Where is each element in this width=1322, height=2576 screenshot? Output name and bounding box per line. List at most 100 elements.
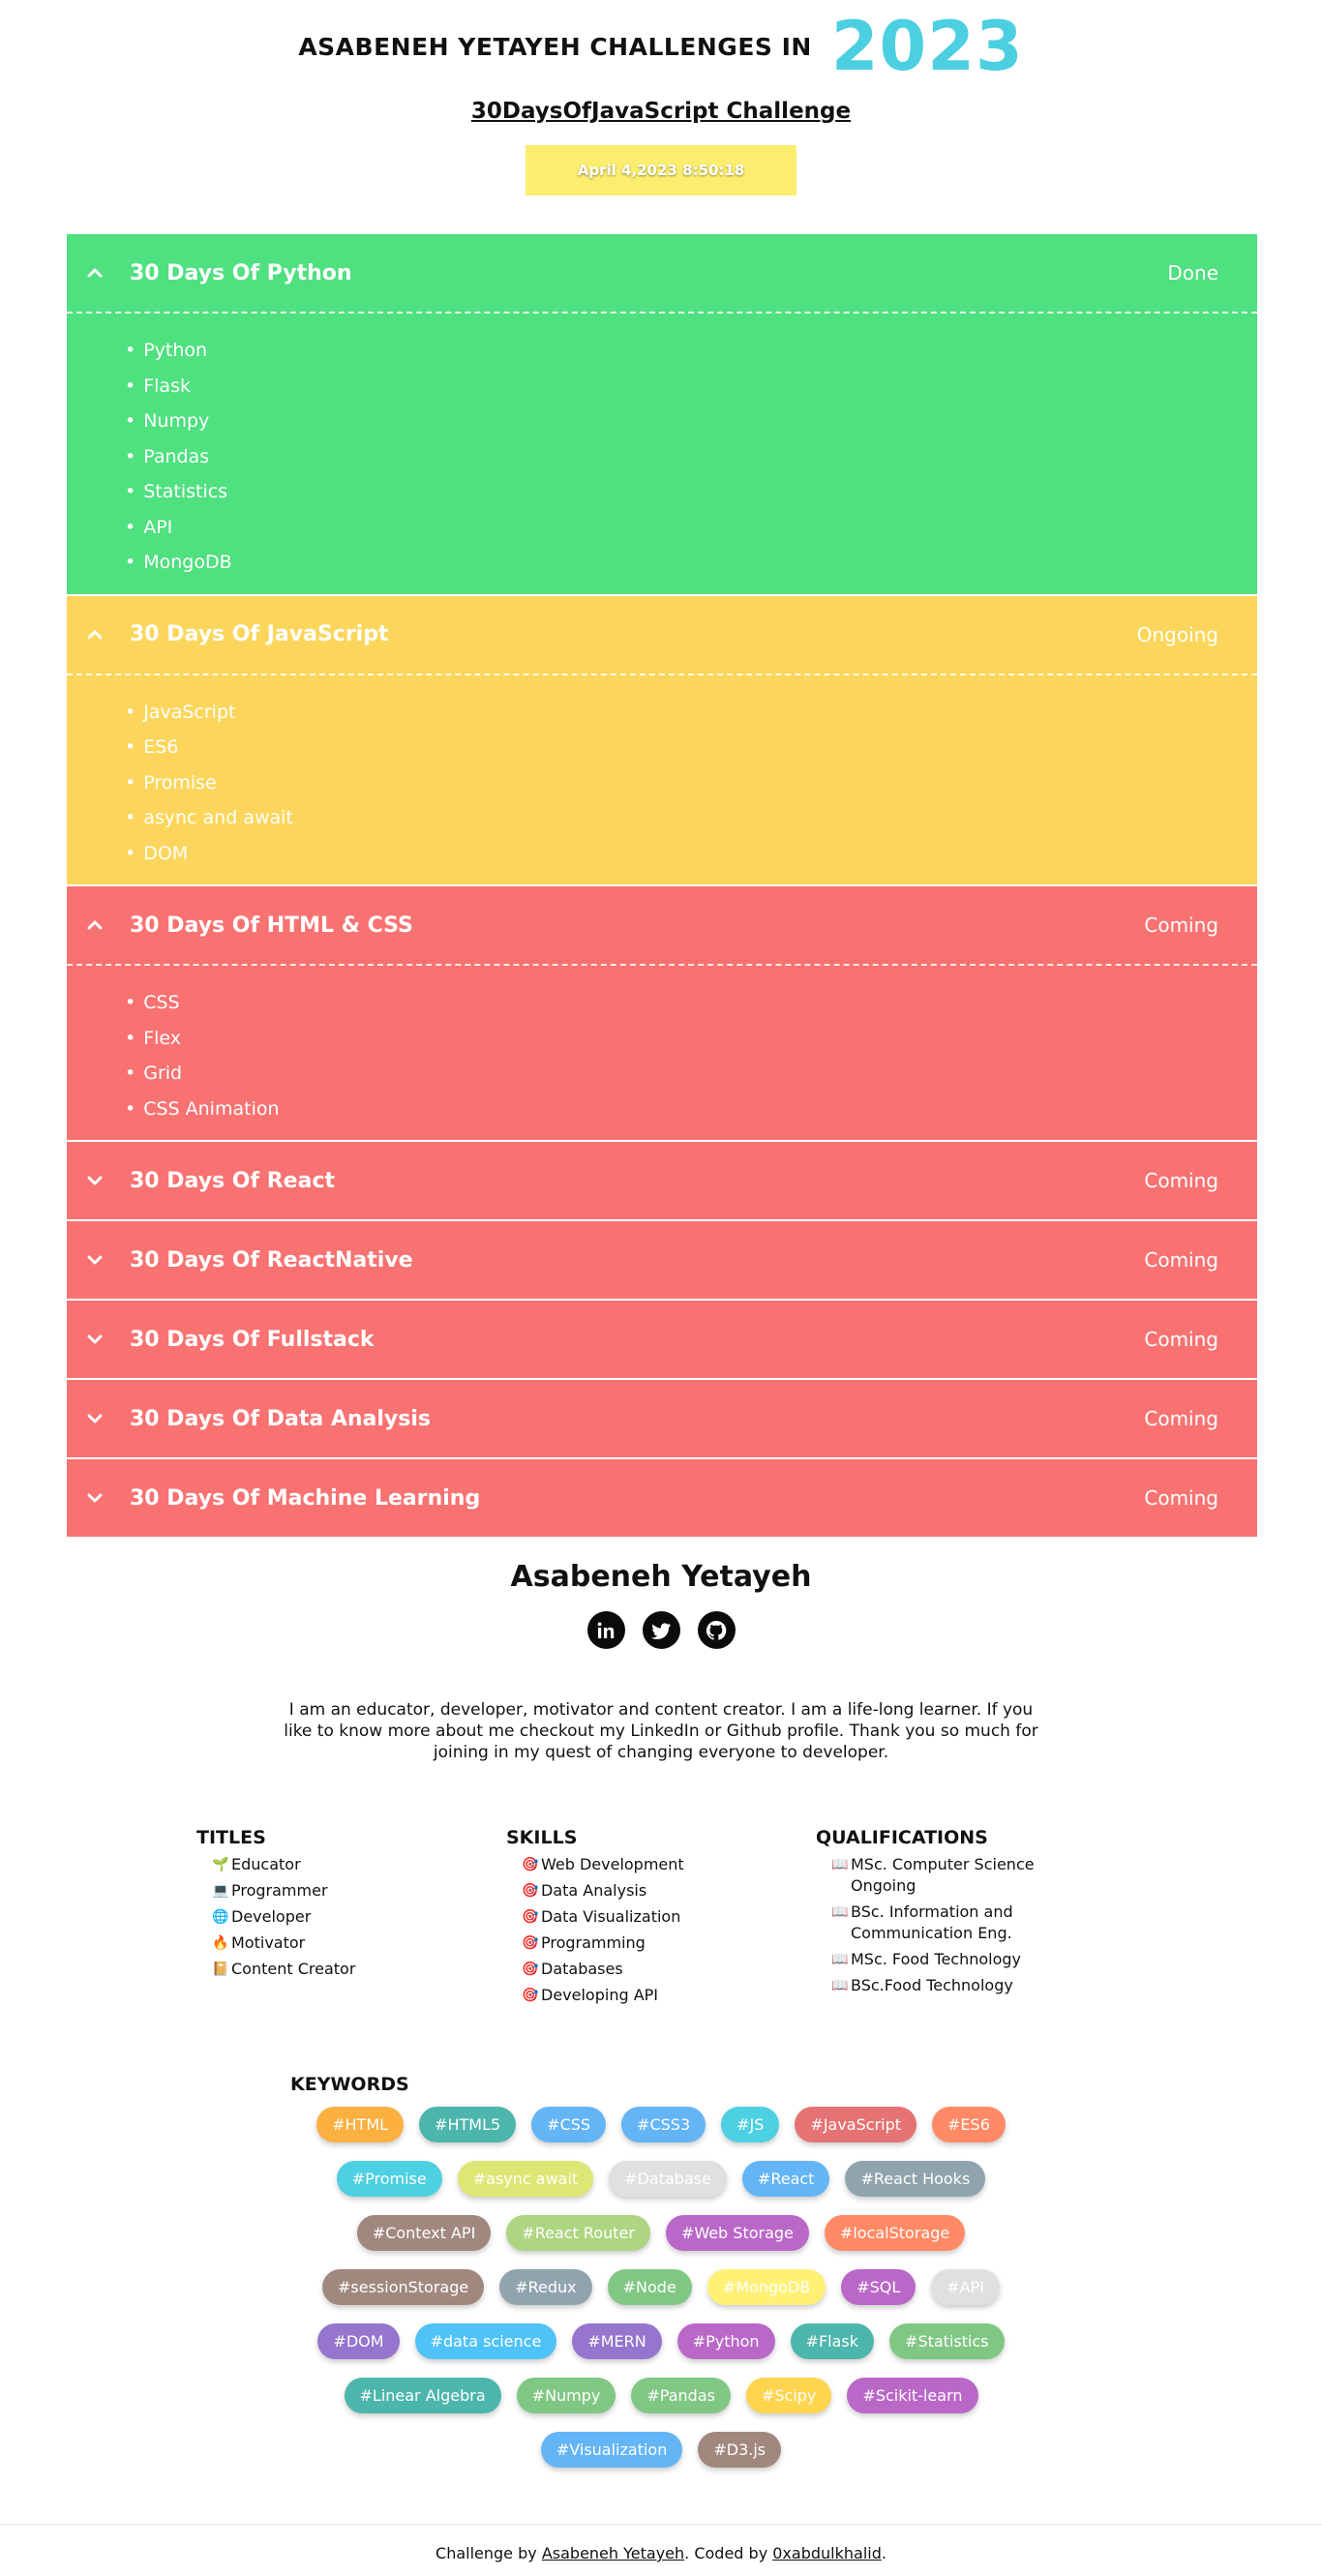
target-icon: 🎯 [522, 1857, 539, 1872]
challenge-status: Coming [1144, 1328, 1218, 1351]
keyword-tag[interactable]: #Promise [336, 2161, 442, 2197]
chevron-down-icon[interactable] [84, 1408, 105, 1429]
keyword-tag[interactable]: #JS [721, 2107, 780, 2142]
page-header: ASABENEH YETAYEH CHALLENGES IN 2023 30Da… [0, 0, 1322, 195]
challenge-header[interactable]: 30 Days Of Data Analysis Coming [67, 1380, 1257, 1457]
chevron-down-icon[interactable] [84, 1487, 105, 1509]
keyword-tag[interactable]: #Scikit-learn [847, 2378, 978, 2413]
keyword-tag[interactable]: #DOM [317, 2323, 400, 2359]
footer-prefix: Challenge by [436, 2544, 542, 2562]
challenge-item: 30 Days Of ReactNative Coming [67, 1221, 1257, 1301]
challenge-item: 30 Days Of Fullstack Coming [67, 1301, 1257, 1380]
keyword-tag[interactable]: #HTML5 [419, 2107, 517, 2142]
keyword-tag[interactable]: #D3.js [698, 2432, 782, 2468]
challenge-title: 30 Days Of React [130, 1168, 335, 1193]
challenge-item: 30 Days Of JavaScript Ongoing JavaScriptES… [67, 595, 1257, 886]
keyword-tag[interactable]: #React Hooks [845, 2161, 986, 2197]
keyword-tag[interactable]: #localStorage [824, 2215, 966, 2251]
topic-item: Pandas [125, 439, 1257, 475]
keyword-tags: #HTML #HTML5 #CSS #CSS3 #JS #JavaScript #ES6 #P… [313, 2107, 1009, 2468]
keyword-tag[interactable]: #React [741, 2161, 830, 2197]
github-icon[interactable] [697, 1611, 736, 1649]
chevron-up-icon[interactable] [84, 914, 105, 936]
skill-item: 🎯 Data Analysis [506, 1880, 816, 1902]
challenge-status: Ongoing [1136, 622, 1218, 646]
skill-label: Programming [541, 1933, 646, 1952]
titles-column: TITLES 🌱 Educator 💻 Programmer 🌐 Developer 🔥 Mo… [196, 1827, 506, 2011]
keyword-tag[interactable]: #MERN [572, 2323, 662, 2359]
linkedin-icon[interactable] [586, 1611, 625, 1649]
challenge-status: Done [1167, 261, 1218, 285]
keyword-tag[interactable]: #Flask [790, 2323, 875, 2359]
keyword-tag[interactable]: #CSS3 [621, 2107, 706, 2142]
skill-item: 🎯 Developing API [506, 1985, 816, 2006]
challenge-header[interactable]: 30 Days Of Machine Learning Coming [67, 1459, 1257, 1537]
challenge-header[interactable]: 30 Days Of JavaScript Ongoing [67, 596, 1257, 674]
keyword-tag[interactable]: #Numpy [516, 2378, 616, 2413]
topic-item: CSS [125, 985, 1257, 1021]
chevron-up-icon[interactable] [84, 262, 105, 284]
book-icon: 📖 [831, 1857, 849, 1872]
challenge-topics: PythonFlaskNumpyPandasStatisticsAPIMongo… [67, 312, 1257, 594]
book-icon: 📖 [831, 1978, 849, 1993]
topic-item: ES6 [125, 730, 1257, 765]
keyword-tag[interactable]: #Scipy [745, 2378, 832, 2413]
keyword-tag[interactable]: #JavaScript [795, 2107, 917, 2142]
social-links [0, 1611, 1322, 1649]
challenge-item: 30 Days Of React Coming [67, 1142, 1257, 1221]
coder-link[interactable]: 0xabdulkhalid [772, 2544, 882, 2562]
keyword-tag[interactable]: #data science [414, 2323, 557, 2359]
keyword-tag[interactable]: #sessionStorage [321, 2269, 485, 2305]
chevron-down-icon[interactable] [84, 1170, 105, 1191]
challenge-header[interactable]: 30 Days Of Python Done [67, 234, 1257, 312]
keyword-tag[interactable]: #HTML [316, 2107, 405, 2142]
skill-label: Web Development [541, 1855, 684, 1873]
skills-list: 🎯 Web Development 🎯 Data Analysis 🎯 Data Visu… [506, 1854, 816, 2006]
keyword-tag[interactable]: #Statistics [889, 2323, 1005, 2359]
keyword-tag[interactable]: #MongoDB [706, 2269, 826, 2305]
challenge-status: Coming [1144, 1407, 1218, 1430]
chevron-down-icon[interactable] [84, 1249, 105, 1271]
keyword-tag[interactable]: #Visualization [540, 2432, 683, 2468]
chevron-up-icon[interactable] [84, 624, 105, 645]
title-label: Content Creator [231, 1960, 356, 1978]
keyword-tag[interactable]: #Node [607, 2269, 692, 2305]
challenge-header[interactable]: 30 Days Of ReactNative Coming [67, 1221, 1257, 1299]
keyword-tag[interactable]: #Python [676, 2323, 775, 2359]
topic-item: Flex [125, 1021, 1257, 1057]
keyword-tag[interactable]: #Linear Algebra [344, 2378, 501, 2413]
keyword-tag[interactable]: #Redux [499, 2269, 592, 2305]
challenge-header[interactable]: 30 Days Of HTML & CSS Coming [67, 886, 1257, 964]
title-label: Developer [231, 1907, 312, 1926]
title-emoji-icon: 🌱 [212, 1857, 229, 1872]
skill-item: 🎯 Data Visualization [506, 1906, 816, 1928]
topic-item: API [125, 510, 1257, 546]
keyword-tag[interactable]: #CSS [531, 2107, 607, 2142]
challenge-topics: CSSFlexGridCSS Animation [67, 964, 1257, 1140]
keyword-tag[interactable]: #API [931, 2269, 1000, 2305]
keyword-tag[interactable]: #Pandas [631, 2378, 731, 2413]
keyword-tag[interactable]: #ES6 [932, 2107, 1006, 2142]
twitter-icon[interactable] [642, 1611, 680, 1649]
author-name: Asabeneh Yetayeh [510, 1560, 812, 1594]
skill-item: 🎯 Web Development [506, 1854, 816, 1875]
keyword-tag[interactable]: #Database [609, 2161, 727, 2197]
topic-item: Python [125, 333, 1257, 369]
title-emoji-icon: 💻 [212, 1883, 229, 1899]
qualification-label: MSc. Computer Science Ongoing [851, 1855, 1035, 1895]
challenge-header[interactable]: 30 Days Of Fullstack Coming [67, 1301, 1257, 1378]
qualification-item: 📖 MSc. Computer Science Ongoing [816, 1854, 1087, 1897]
topic-item: Statistics [125, 474, 1257, 510]
chevron-down-icon[interactable] [84, 1329, 105, 1350]
skill-item: 🎯 Databases [506, 1959, 816, 1980]
keyword-tag[interactable]: #async await [457, 2161, 594, 2197]
challenge-header[interactable]: 30 Days Of React Coming [67, 1142, 1257, 1219]
author-link[interactable]: Asabeneh Yetayeh [542, 2544, 684, 2562]
keyword-tag[interactable]: #React Router [506, 2215, 650, 2251]
target-icon: 🎯 [522, 1883, 539, 1899]
keyword-tag[interactable]: #Web Storage [665, 2215, 809, 2251]
keyword-tag[interactable]: #SQL [841, 2269, 916, 2305]
challenge-status: Coming [1144, 914, 1218, 937]
keyword-tag[interactable]: #Context API [356, 2215, 492, 2251]
topic-item: Numpy [125, 404, 1257, 439]
